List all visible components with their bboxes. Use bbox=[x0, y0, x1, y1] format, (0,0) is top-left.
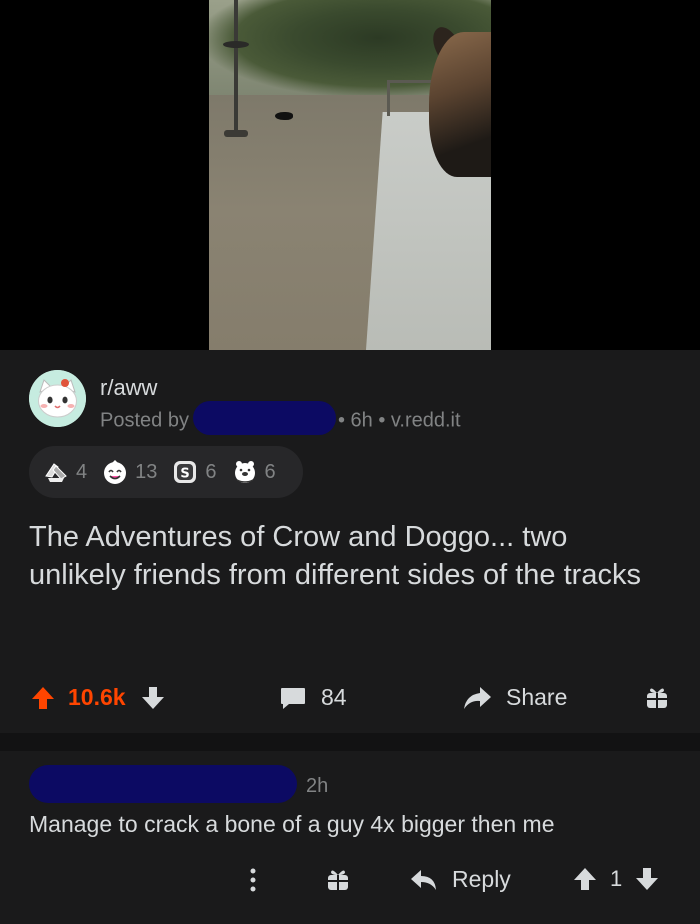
post-score: 10.6k bbox=[68, 684, 126, 710]
video-player[interactable] bbox=[0, 0, 700, 350]
video-frame[interactable] bbox=[209, 0, 491, 350]
post-action-bar: 10.6k 84 Share bbox=[0, 672, 700, 724]
comment-vote-count: 1 bbox=[610, 866, 623, 891]
comment-body: Manage to crack a bone of a guy 4x bigge… bbox=[29, 811, 555, 837]
downvote-icon[interactable] bbox=[140, 685, 166, 711]
subreddit-avatar[interactable] bbox=[29, 370, 86, 427]
svg-text:S: S bbox=[181, 467, 190, 482]
comments-count: 84 bbox=[321, 684, 347, 710]
award-wholesome[interactable]: 13 bbox=[101, 458, 157, 486]
redacted-username bbox=[192, 401, 336, 435]
award-count: 6 bbox=[205, 460, 217, 483]
comment-bubble-icon bbox=[281, 687, 305, 709]
reply-button[interactable]: Reply bbox=[410, 866, 511, 893]
more-options-button[interactable] bbox=[244, 866, 262, 894]
award-hands[interactable]: 4 bbox=[42, 458, 87, 486]
video-feeder-pole bbox=[234, 0, 238, 135]
share-button[interactable]: Share bbox=[462, 684, 567, 711]
redacted-commenter bbox=[29, 765, 297, 803]
upvote-icon[interactable] bbox=[572, 866, 598, 892]
video-crow bbox=[275, 112, 293, 120]
award-bear-hug[interactable]: 6 bbox=[231, 458, 276, 486]
video-pole-base bbox=[224, 130, 248, 137]
award-count: 4 bbox=[76, 460, 88, 483]
award-count: 6 bbox=[264, 460, 276, 483]
posted-by-line: Posted by • 6h • v.redd.it bbox=[100, 401, 461, 435]
comment-vote-group: 1 bbox=[572, 866, 660, 892]
comments-button[interactable]: 84 bbox=[279, 684, 347, 711]
post-time-domain: • 6h • v.redd.it bbox=[337, 409, 461, 432]
downvote-icon[interactable] bbox=[634, 866, 660, 892]
gift-icon bbox=[328, 870, 348, 890]
video-dog bbox=[429, 32, 491, 177]
award-count: 13 bbox=[135, 460, 158, 483]
comment-award-button[interactable] bbox=[326, 866, 350, 892]
more-vertical-icon bbox=[250, 868, 256, 892]
hands-award-icon bbox=[45, 463, 67, 482]
give-award-button[interactable] bbox=[645, 684, 669, 710]
posted-by-label: Posted by bbox=[100, 409, 189, 432]
share-arrow-icon bbox=[464, 686, 491, 709]
silver-award-icon: S bbox=[174, 461, 197, 483]
comment: 2h Manage to crack a bone of a guy 4x bi… bbox=[0, 751, 700, 924]
bear-hug-award-icon bbox=[234, 461, 255, 483]
reply-label: Reply bbox=[452, 866, 511, 892]
upvote-icon[interactable] bbox=[30, 685, 56, 711]
post-title[interactable]: The Adventures of Crow and Doggo... two … bbox=[29, 518, 659, 594]
comment-time: 2h bbox=[306, 775, 329, 797]
share-label: Share bbox=[506, 684, 568, 710]
cat-avatar-icon bbox=[29, 370, 86, 427]
subreddit-name[interactable]: r/aww bbox=[100, 375, 157, 401]
section-divider bbox=[0, 733, 700, 751]
gift-icon bbox=[647, 688, 667, 708]
vote-group: 10.6k bbox=[30, 684, 166, 711]
comment-action-bar: Reply 1 bbox=[0, 864, 700, 900]
wholesome-award-icon bbox=[104, 460, 127, 484]
video-feeder bbox=[223, 41, 249, 48]
reply-arrow-icon bbox=[411, 869, 436, 890]
awards-bar[interactable]: 4 13 S 6 6 bbox=[29, 446, 303, 498]
award-silver[interactable]: S 6 bbox=[171, 458, 217, 486]
